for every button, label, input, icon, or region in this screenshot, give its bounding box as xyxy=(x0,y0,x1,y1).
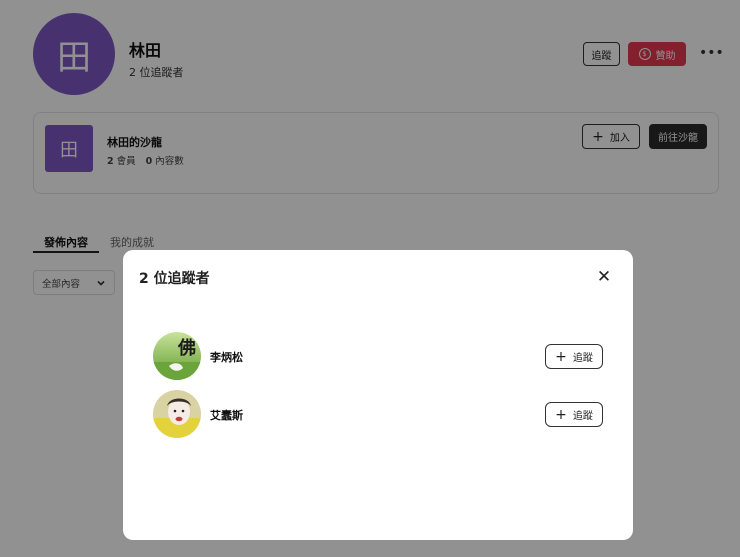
follower-name[interactable]: 艾蠢斯 xyxy=(210,407,243,423)
plus-icon: + xyxy=(555,348,567,365)
follower-name[interactable]: 李炳松 xyxy=(210,349,243,365)
follow-user-button[interactable]: + 追蹤 xyxy=(545,402,603,427)
follower-item: 佛 李炳松 + 追蹤 xyxy=(153,332,603,382)
svg-text:佛: 佛 xyxy=(177,337,196,359)
modal-title: 2 位追蹤者 xyxy=(139,271,210,287)
plus-icon: + xyxy=(555,406,567,423)
followers-modal: 2 位追蹤者 ✕ 佛 李炳松 + 追蹤 艾蠢斯 + 追蹤 xyxy=(123,250,633,540)
follower-item: 艾蠢斯 + 追蹤 xyxy=(153,390,603,440)
follower-avatar[interactable] xyxy=(153,390,201,438)
follower-avatar-image: 佛 xyxy=(153,332,201,380)
follower-avatar-image xyxy=(153,390,201,438)
close-icon[interactable]: ✕ xyxy=(593,266,615,288)
follow-label: 追蹤 xyxy=(572,353,593,364)
follow-label: 追蹤 xyxy=(572,411,593,422)
follow-user-button[interactable]: + 追蹤 xyxy=(545,344,603,369)
follower-avatar[interactable]: 佛 xyxy=(153,332,201,380)
